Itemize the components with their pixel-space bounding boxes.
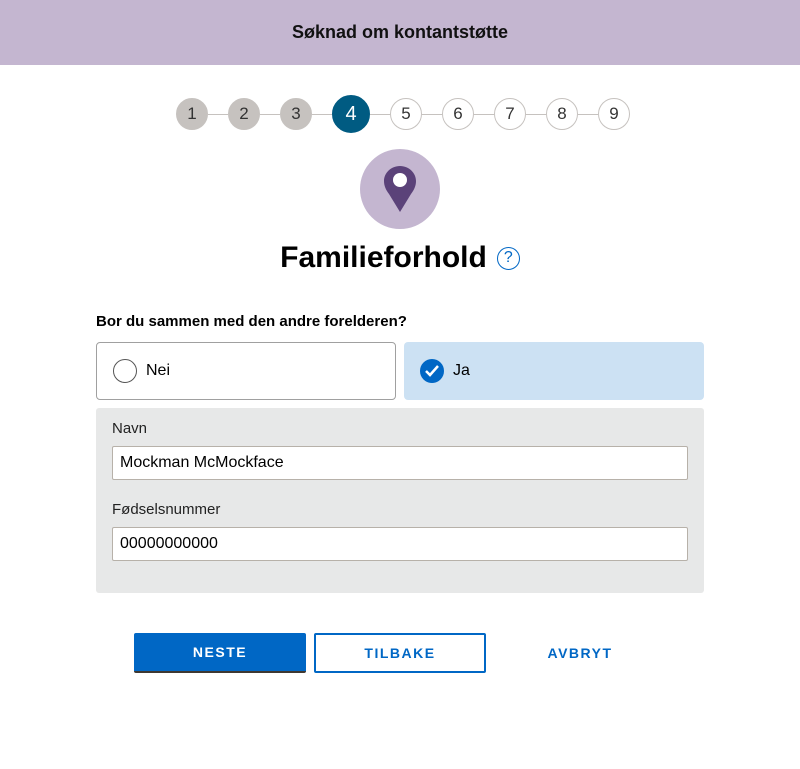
step-7: 7 bbox=[494, 98, 526, 130]
step-connector bbox=[208, 113, 228, 115]
step-connector bbox=[526, 113, 546, 115]
name-label: Navn bbox=[112, 420, 148, 437]
step-connector bbox=[578, 113, 598, 115]
page-title-row: Familieforhold? bbox=[0, 240, 800, 275]
step-1: 1 bbox=[176, 98, 208, 130]
step-connector bbox=[422, 113, 442, 115]
partner-details-panel: Navn Fødselsnummer bbox=[96, 408, 704, 593]
name-input[interactable] bbox=[112, 446, 688, 480]
radio-label: Ja bbox=[453, 362, 470, 379]
radio-option-ja[interactable]: Ja bbox=[404, 342, 704, 400]
app-title: Søknad om kontantstøtte bbox=[291, 22, 508, 42]
radio-unchecked-icon bbox=[113, 359, 137, 383]
page-title: Familieforhold bbox=[280, 241, 487, 275]
checkmark-icon bbox=[420, 359, 444, 383]
next-button[interactable]: NESTE bbox=[134, 633, 306, 673]
step-connector bbox=[312, 113, 332, 115]
step-connector bbox=[370, 113, 390, 115]
fnr-input[interactable] bbox=[112, 527, 688, 561]
step-2: 2 bbox=[228, 98, 260, 130]
location-pin-icon bbox=[360, 149, 440, 229]
cancel-button[interactable]: AVBRYT bbox=[494, 633, 666, 673]
radio-option-nei[interactable]: Nei bbox=[96, 342, 396, 400]
radio-label: Nei bbox=[146, 362, 171, 379]
step-6: 6 bbox=[442, 98, 474, 130]
step-8: 8 bbox=[546, 98, 578, 130]
stepper: 1 2 3 4 5 6 7 8 9 bbox=[176, 95, 630, 133]
app-header: Søknad om kontantstøtte bbox=[0, 0, 800, 65]
help-icon[interactable]: ? bbox=[496, 246, 520, 270]
fnr-label: Fødselsnummer bbox=[112, 501, 221, 518]
step-5: 5 bbox=[390, 98, 422, 130]
back-button[interactable]: TILBAKE bbox=[314, 633, 486, 673]
question-label: Bor du sammen med den andre forelderen? bbox=[96, 313, 407, 330]
step-connector bbox=[474, 113, 494, 115]
step-9: 9 bbox=[598, 98, 630, 130]
step-3: 3 bbox=[280, 98, 312, 130]
step-connector bbox=[260, 113, 280, 115]
step-4: 4 bbox=[332, 95, 370, 133]
